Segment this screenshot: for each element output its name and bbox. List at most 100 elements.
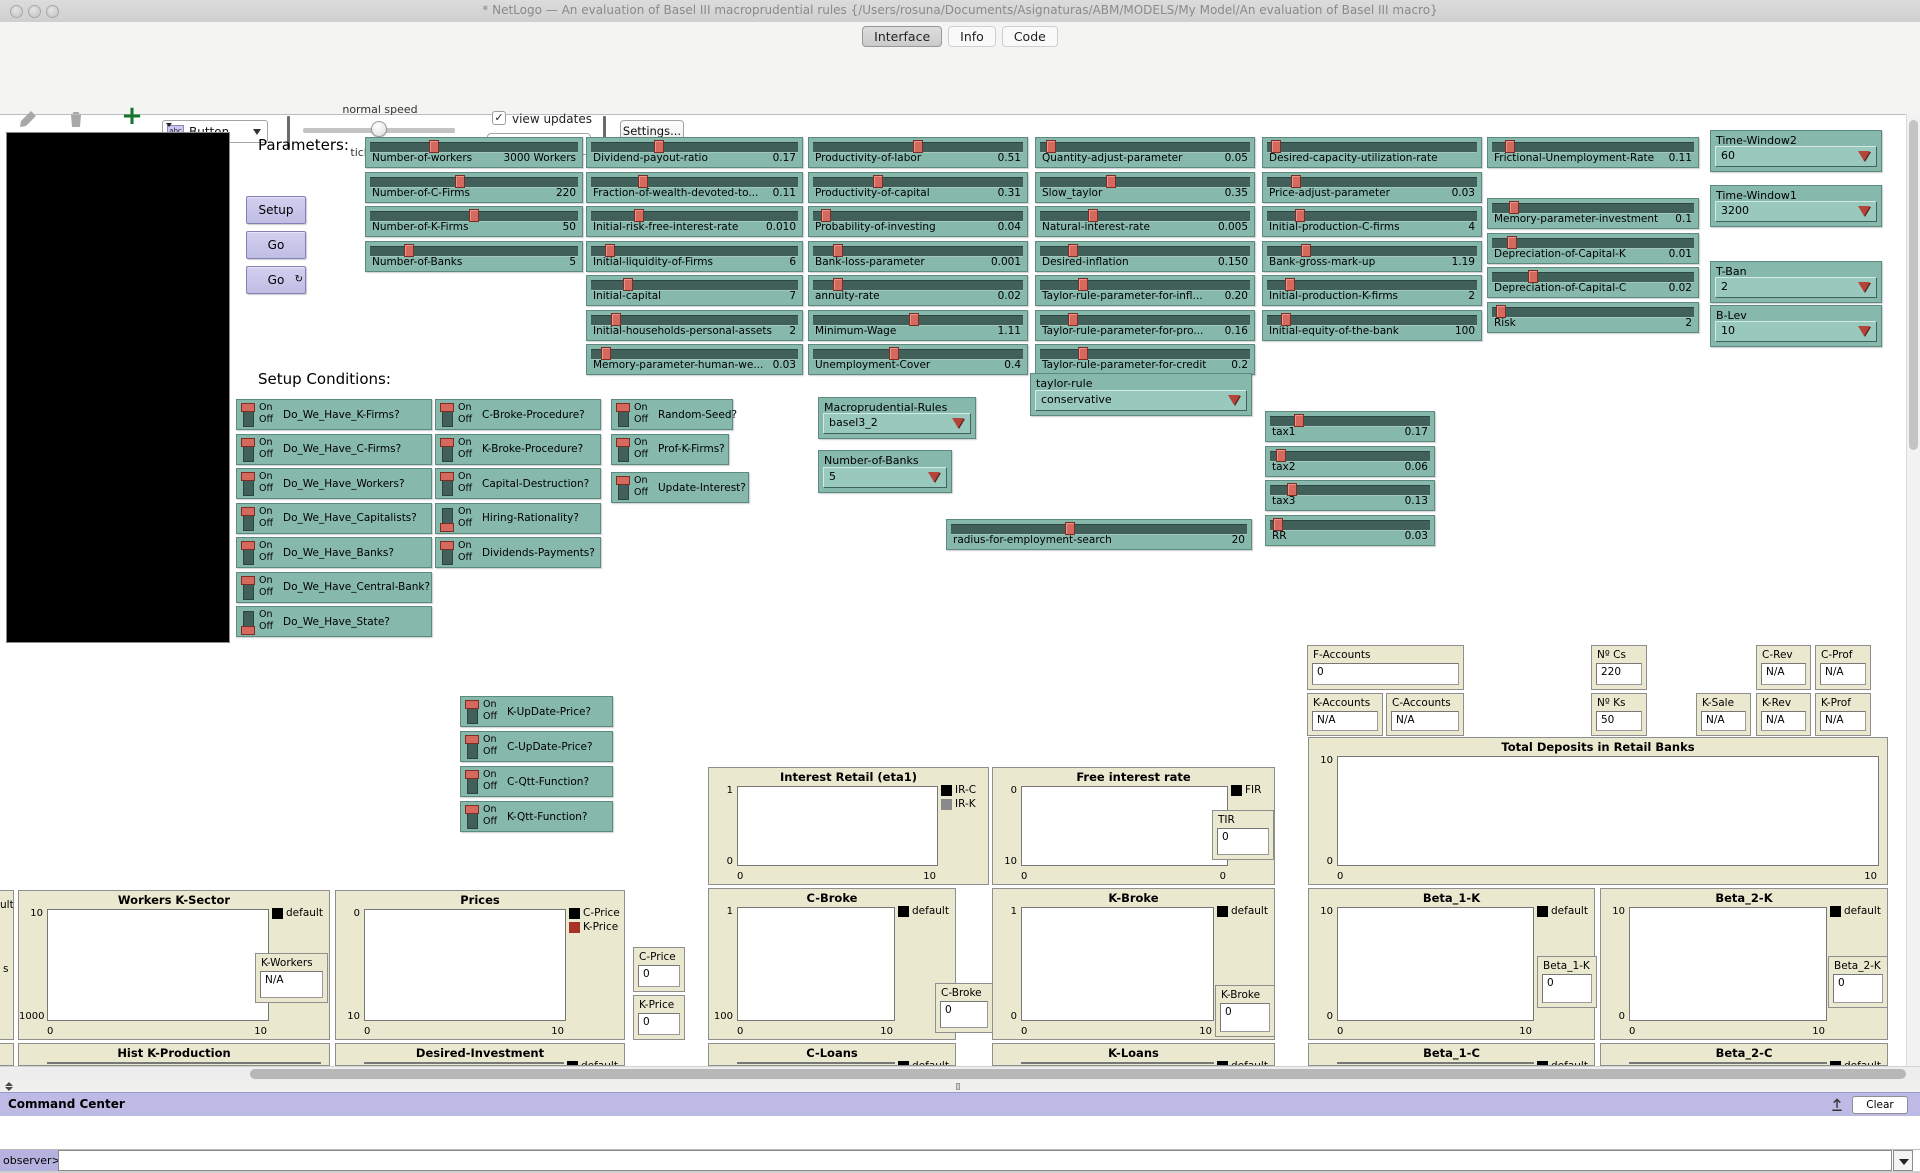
horizontal-scrollbar-thumb[interactable] bbox=[250, 1069, 1906, 1079]
switch-track[interactable] bbox=[243, 577, 254, 600]
slider-bank-loss-parameter[interactable]: Bank-loss-parameter0.001 bbox=[808, 241, 1028, 272]
slider-frictional-unemployment-rate[interactable]: Frictional-Unemployment-Rate0.11 bbox=[1487, 137, 1699, 168]
switch-track[interactable] bbox=[442, 473, 453, 496]
slider-depreciation-of-capital-c[interactable]: Depreciation-of-Capital-C0.02 bbox=[1487, 267, 1699, 298]
switch-do-we-have-state-[interactable]: OnOffDo_We_Have_State? bbox=[236, 606, 432, 637]
switch-track[interactable] bbox=[243, 508, 254, 531]
chooser-select[interactable]: conservative bbox=[1035, 390, 1247, 411]
slider-initial-production-c-firms[interactable]: Initial-production-C-firms4 bbox=[1262, 206, 1482, 237]
switch-prof-k-firms-[interactable]: OnOffProf-K-Firms? bbox=[611, 434, 729, 465]
switch-update-interest-[interactable]: OnOffUpdate-Interest? bbox=[611, 472, 749, 503]
switch-knob[interactable] bbox=[241, 507, 255, 516]
slider-handle[interactable] bbox=[469, 209, 479, 222]
slider-number-of-c-firms[interactable]: Number-of-C-Firms220 bbox=[365, 172, 583, 203]
slider-number-of-k-firms[interactable]: Number-of-K-Firms50 bbox=[365, 206, 583, 237]
switch-knob[interactable] bbox=[241, 576, 255, 585]
slider-depreciation-of-capital-k[interactable]: Depreciation-of-Capital-K0.01 bbox=[1487, 233, 1699, 264]
slider-bank-gross-mark-up[interactable]: Bank-gross-mark-up1.19 bbox=[1262, 241, 1482, 272]
slider-initial-production-k-firms[interactable]: Initial-production-K-firms2 bbox=[1262, 275, 1482, 306]
slider-memory-parameter-investment[interactable]: Memory-parameter-investment0.1 bbox=[1487, 198, 1699, 229]
slider-tax2[interactable]: tax20.06 bbox=[1265, 446, 1435, 477]
slider-track[interactable] bbox=[1492, 307, 1694, 318]
horizontal-scrollbar[interactable] bbox=[0, 1066, 1920, 1080]
tab-code[interactable]: Code bbox=[1002, 26, 1058, 47]
slider-radius-for-employment-search[interactable]: radius-for-employment-search20 bbox=[946, 519, 1252, 550]
switch-c-qtt-function-[interactable]: OnOffC-Qtt-Function? bbox=[460, 766, 613, 797]
slider-initial-risk-free-interest-rate[interactable]: Initial-risk-free-interest-rate0.010 bbox=[586, 206, 803, 237]
switch-track[interactable] bbox=[243, 439, 254, 462]
slider-probability-of-investing[interactable]: Probability-of-investing0.04 bbox=[808, 206, 1028, 237]
slider-tax1[interactable]: tax10.17 bbox=[1265, 411, 1435, 442]
switch-track[interactable] bbox=[618, 439, 629, 462]
splitter-arrows-icon[interactable] bbox=[5, 1082, 15, 1091]
switch-track[interactable] bbox=[467, 806, 478, 829]
switch-do-we-have-central-bank-[interactable]: OnOffDo_We_Have_Central-Bank? bbox=[236, 572, 432, 603]
switch-do-we-have-banks-[interactable]: OnOffDo_We_Have_Banks? bbox=[236, 537, 432, 568]
world-view[interactable] bbox=[6, 132, 230, 643]
chooser-select[interactable]: basel3_2 bbox=[823, 413, 971, 434]
chooser-select[interactable]: 60 bbox=[1715, 146, 1877, 167]
splitter-handle[interactable] bbox=[956, 1083, 960, 1090]
switch-knob[interactable] bbox=[616, 403, 630, 412]
go-button[interactable]: Go bbox=[246, 231, 306, 259]
switch-knob[interactable] bbox=[465, 735, 479, 744]
slider-number-of-banks[interactable]: Number-of-Banks5 bbox=[365, 241, 583, 272]
slider-taylor-rule-parameter-for-infl-[interactable]: Taylor-rule-parameter-for-infl...0.20 bbox=[1035, 275, 1255, 306]
switch-knob[interactable] bbox=[241, 541, 255, 550]
slider-productivity-of-labor[interactable]: Productivity-of-labor0.51 bbox=[808, 137, 1028, 168]
switch-k-qtt-function-[interactable]: OnOffK-Qtt-Function? bbox=[460, 801, 613, 832]
switch-k-broke-procedure-[interactable]: OnOffK-Broke-Procedure? bbox=[435, 434, 601, 465]
slider-desired-inflation[interactable]: Desired-inflation0.150 bbox=[1035, 241, 1255, 272]
switch-track[interactable] bbox=[442, 542, 453, 565]
slider-natural-interest-rate[interactable]: Natural-interest-rate0.005 bbox=[1035, 206, 1255, 237]
slider-taylor-rule-parameter-for-pro-[interactable]: Taylor-rule-parameter-for-pro...0.16 bbox=[1035, 310, 1255, 341]
view-updates-checkbox[interactable]: ✓ bbox=[492, 111, 506, 125]
slider-slow-taylor[interactable]: Slow_taylor0.35 bbox=[1035, 172, 1255, 203]
switch-track[interactable] bbox=[442, 439, 453, 462]
switch-knob[interactable] bbox=[440, 472, 454, 481]
chooser-select[interactable]: 3200 bbox=[1715, 201, 1877, 222]
switch-knob[interactable] bbox=[465, 700, 479, 709]
switch-track[interactable] bbox=[618, 404, 629, 427]
vertical-scrollbar[interactable] bbox=[1906, 114, 1920, 1066]
switch-do-we-have-c-firms-[interactable]: OnOffDo_We_Have_C-Firms? bbox=[236, 434, 432, 465]
slider-initial-capital[interactable]: Initial-capital7 bbox=[586, 275, 803, 306]
slider-productivity-of-capital[interactable]: Productivity-of-capital0.31 bbox=[808, 172, 1028, 203]
slider-risk[interactable]: Risk2 bbox=[1487, 302, 1699, 333]
slider-minimum-wage[interactable]: Minimum-Wage1.11 bbox=[808, 310, 1028, 341]
switch-knob[interactable] bbox=[465, 770, 479, 779]
switch-knob[interactable] bbox=[241, 438, 255, 447]
switch-track[interactable] bbox=[467, 736, 478, 759]
slider-unemployment-cover[interactable]: Unemployment-Cover0.4 bbox=[808, 344, 1028, 375]
go-forever-button[interactable]: Go ↻ bbox=[246, 266, 306, 294]
tab-interface[interactable]: Interface bbox=[862, 26, 942, 47]
switch-capital-destruction-[interactable]: OnOffCapital-Destruction? bbox=[435, 468, 601, 499]
switch-random-seed-[interactable]: OnOffRandom-Seed? bbox=[611, 399, 733, 430]
switch-knob[interactable] bbox=[241, 626, 255, 635]
switch-knob[interactable] bbox=[241, 403, 255, 412]
slider-desired-capacity-utilization-rate[interactable]: Desired-capacity-utilization-rate bbox=[1262, 137, 1482, 168]
switch-track[interactable] bbox=[243, 611, 254, 634]
slider-handle[interactable] bbox=[1294, 414, 1304, 427]
switch-knob[interactable] bbox=[616, 476, 630, 485]
switch-track[interactable] bbox=[442, 508, 453, 531]
tab-info[interactable]: Info bbox=[948, 26, 996, 47]
slider-initial-liquidity-of-firms[interactable]: Initial-liquidity-of-Firms6 bbox=[586, 241, 803, 272]
slider-number-of-workers[interactable]: Number-of-workers3000 Workers bbox=[365, 137, 583, 168]
chooser-select[interactable]: 5 bbox=[823, 467, 947, 488]
switch-track[interactable] bbox=[467, 701, 478, 724]
switch-track[interactable] bbox=[243, 473, 254, 496]
slider-taylor-rule-parameter-for-credit[interactable]: Taylor-rule-parameter-for-credit0.2 bbox=[1035, 344, 1255, 375]
slider-quantity-adjust-parameter[interactable]: Quantity-adjust-parameter0.05 bbox=[1035, 137, 1255, 168]
chooser-select[interactable]: 2 bbox=[1715, 277, 1877, 298]
command-target-dropdown[interactable] bbox=[1893, 1150, 1913, 1171]
switch-track[interactable] bbox=[243, 404, 254, 427]
slider-handle[interactable] bbox=[1106, 175, 1116, 188]
chooser-select[interactable]: 10 bbox=[1715, 321, 1877, 342]
switch-knob[interactable] bbox=[616, 438, 630, 447]
slider-initial-equity-of-the-bank[interactable]: Initial-equity-of-the-bank100 bbox=[1262, 310, 1482, 341]
slider-price-adjust-parameter[interactable]: Price-adjust-parameter0.03 bbox=[1262, 172, 1482, 203]
switch-knob[interactable] bbox=[440, 438, 454, 447]
switch-c-update-price-[interactable]: OnOffC-UpDate-Price? bbox=[460, 731, 613, 762]
switch-knob[interactable] bbox=[465, 805, 479, 814]
